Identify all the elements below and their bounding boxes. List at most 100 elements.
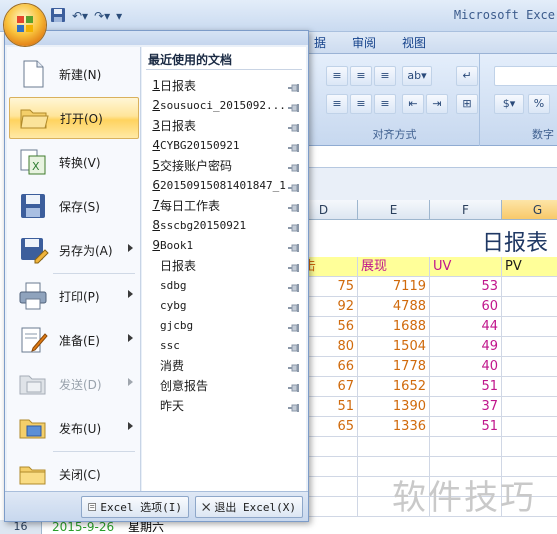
- menu-item-new-document[interactable]: 新建(N): [9, 53, 139, 95]
- redo-icon[interactable]: ↷▾: [94, 9, 110, 23]
- tab-review[interactable]: 审阅: [352, 34, 376, 51]
- pin-icon[interactable]: [288, 181, 300, 192]
- data-cell[interactable]: [502, 397, 557, 417]
- pin-icon[interactable]: [288, 261, 300, 272]
- align-left-icon[interactable]: ≡: [326, 94, 348, 114]
- empty-cell[interactable]: [430, 437, 502, 457]
- sheet-title-cell[interactable]: 日报表: [482, 225, 548, 257]
- pin-icon[interactable]: [288, 361, 300, 372]
- empty-cell[interactable]: [502, 437, 557, 457]
- align-center-icon[interactable]: ≡: [350, 94, 372, 114]
- data-cell[interactable]: 44: [430, 317, 502, 337]
- recent-document-item[interactable]: 2 sousuoci_2015092...: [146, 95, 304, 115]
- align-middle-icon[interactable]: ≡: [350, 66, 372, 86]
- recent-document-item[interactable]: 创意报告: [146, 375, 304, 395]
- recent-document-item[interactable]: sdbg: [146, 275, 304, 295]
- data-cell[interactable]: 1: [502, 377, 557, 397]
- data-cell[interactable]: 1: [502, 337, 557, 357]
- customize-qat-icon[interactable]: ▾: [116, 9, 122, 23]
- pin-icon[interactable]: [288, 401, 300, 412]
- align-right-icon[interactable]: ≡: [374, 94, 396, 114]
- menu-item-close-folder[interactable]: 关闭(C): [9, 453, 139, 495]
- save-icon[interactable]: [50, 7, 66, 26]
- data-cell[interactable]: 51: [430, 377, 502, 397]
- align-top-icon[interactable]: ≡: [326, 66, 348, 86]
- pin-icon[interactable]: [288, 141, 300, 152]
- header-cell[interactable]: PV: [502, 257, 557, 277]
- empty-cell[interactable]: [358, 437, 430, 457]
- align-bottom-icon[interactable]: ≡: [374, 66, 396, 86]
- exit-excel-button[interactable]: 退出 Excel(X): [195, 496, 303, 518]
- pin-icon[interactable]: [288, 161, 300, 172]
- tab-data[interactable]: 据: [314, 34, 326, 51]
- orientation-icon[interactable]: ab▾: [402, 66, 432, 86]
- menu-item-save[interactable]: 保存(S): [9, 185, 139, 227]
- data-cell[interactable]: [502, 417, 557, 437]
- recent-document-item[interactable]: ssc: [146, 335, 304, 355]
- data-cell[interactable]: 1778: [358, 357, 430, 377]
- menu-item-send[interactable]: 发送(D): [9, 363, 139, 405]
- header-cell[interactable]: 展现: [358, 257, 430, 277]
- column-header-f[interactable]: F: [430, 200, 502, 220]
- data-cell[interactable]: 4788: [358, 297, 430, 317]
- pin-icon[interactable]: [288, 301, 300, 312]
- recent-document-item[interactable]: 7 每日工作表: [146, 195, 304, 215]
- menu-item-publish[interactable]: 发布(U): [9, 407, 139, 449]
- recent-document-item[interactable]: 8 sscbg20150921: [146, 215, 304, 235]
- increase-indent-icon[interactable]: ⇥: [426, 94, 448, 114]
- menu-item-convert[interactable]: X 转换(V): [9, 141, 139, 183]
- data-cell[interactable]: 1: [502, 357, 557, 377]
- number-format-select[interactable]: [494, 66, 557, 86]
- data-cell[interactable]: 1: [502, 317, 557, 337]
- recent-document-item[interactable]: 5 交接账户密码: [146, 155, 304, 175]
- pin-icon[interactable]: [288, 221, 300, 232]
- recent-document-item[interactable]: cybg: [146, 295, 304, 315]
- excel-options-button[interactable]: Excel 选项(I): [81, 496, 189, 518]
- pin-icon[interactable]: [288, 81, 300, 92]
- data-cell[interactable]: 2: [502, 297, 557, 317]
- office-button[interactable]: [4, 4, 46, 46]
- recent-document-item[interactable]: gjcbg: [146, 315, 304, 335]
- recent-document-item[interactable]: 4 CYBG20150921: [146, 135, 304, 155]
- currency-icon[interactable]: $▾: [494, 94, 524, 114]
- data-cell[interactable]: 1336: [358, 417, 430, 437]
- data-cell[interactable]: 40: [430, 357, 502, 377]
- undo-icon[interactable]: ↶▾: [72, 9, 88, 23]
- date-cell[interactable]: 2015-9-26: [52, 520, 114, 534]
- data-cell[interactable]: 49: [430, 337, 502, 357]
- data-cell[interactable]: 1504: [358, 337, 430, 357]
- header-cell[interactable]: UV: [430, 257, 502, 277]
- data-cell[interactable]: 51: [430, 417, 502, 437]
- row-header[interactable]: 16: [0, 520, 42, 534]
- wrap-text-icon[interactable]: ↵: [456, 66, 478, 86]
- menu-item-printer[interactable]: 打印(P): [9, 275, 139, 317]
- data-cell[interactable]: 1688: [358, 317, 430, 337]
- recent-document-item[interactable]: 日报表: [146, 255, 304, 275]
- recent-document-item[interactable]: 3 日报表: [146, 115, 304, 135]
- recent-document-item[interactable]: 1 日报表: [146, 75, 304, 95]
- data-cell[interactable]: 1652: [358, 377, 430, 397]
- menu-item-prepare[interactable]: 准备(E): [9, 319, 139, 361]
- menu-item-save-as[interactable]: 另存为(A): [9, 229, 139, 271]
- pin-icon[interactable]: [288, 281, 300, 292]
- data-cell[interactable]: 1390: [358, 397, 430, 417]
- pin-icon[interactable]: [288, 341, 300, 352]
- pin-icon[interactable]: [288, 101, 300, 112]
- recent-document-item[interactable]: 昨天: [146, 395, 304, 415]
- pin-icon[interactable]: [288, 321, 300, 332]
- formula-bar[interactable]: [300, 146, 557, 168]
- data-cell[interactable]: 60: [430, 297, 502, 317]
- data-cell[interactable]: 7119: [358, 277, 430, 297]
- data-cell[interactable]: 1: [502, 277, 557, 297]
- pin-icon[interactable]: [288, 241, 300, 252]
- column-header-e[interactable]: E: [358, 200, 430, 220]
- column-header-g[interactable]: G: [502, 200, 557, 220]
- pin-icon[interactable]: [288, 381, 300, 392]
- recent-document-item[interactable]: 9 Book1: [146, 235, 304, 255]
- percent-icon[interactable]: %: [528, 94, 550, 114]
- recent-document-item[interactable]: 6 20150915081401847_1: [146, 175, 304, 195]
- pin-icon[interactable]: [288, 121, 300, 132]
- data-cell[interactable]: 53: [430, 277, 502, 297]
- decrease-indent-icon[interactable]: ⇤: [402, 94, 424, 114]
- data-cell[interactable]: 37: [430, 397, 502, 417]
